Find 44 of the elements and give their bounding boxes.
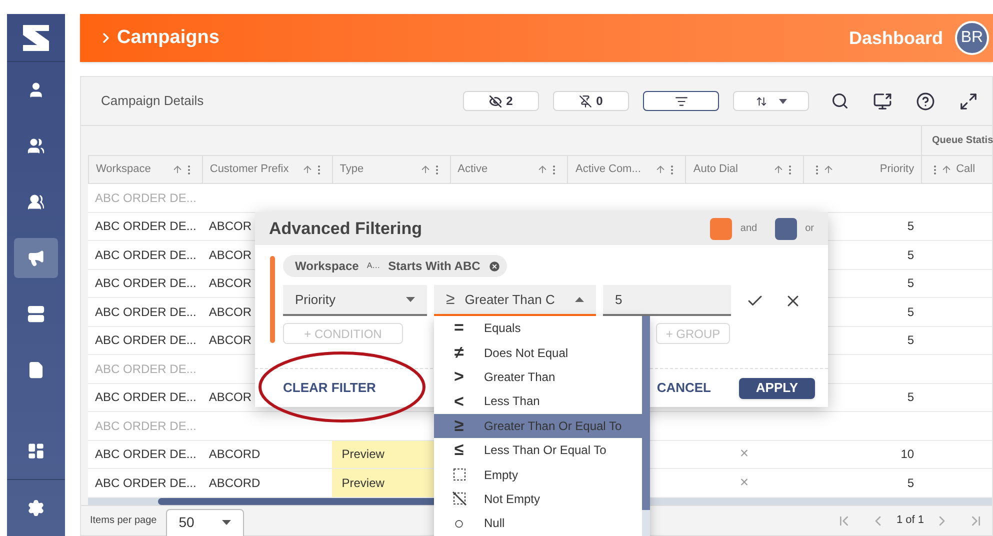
operator-symbol: = [453, 317, 465, 340]
legend-label: or [805, 222, 814, 236]
workspace-cell-text: ABC ORDER DE... [95, 304, 196, 321]
page-indicator: 1 of 1 [896, 513, 924, 528]
operator-symbol: ≤ [453, 439, 465, 462]
operator-symbol: ≠ [453, 342, 465, 364]
priority-cell-text: 5 [907, 275, 914, 292]
panel-title: Campaign Details [101, 92, 205, 110]
workspace-cell-text: ABC ORDER DE... [95, 332, 196, 350]
workspace-cell-text: ABC ORDER DE... [95, 190, 196, 207]
operator-symbol: > [453, 366, 465, 388]
prefix-cell-text: ABCOR [208, 246, 252, 264]
workspace-cell-text: ABC ORDER DE... [95, 246, 196, 264]
prefix-cell-text: ABCORD [208, 446, 260, 464]
workspace-cell-text: ABC ORDER DE... [95, 446, 196, 464]
priority-cell-text: 5 [907, 218, 914, 236]
operator-symbol: ○ [452, 512, 466, 535]
priority-cell-text: 5 [907, 304, 914, 321]
prefix-cell-text: ABCOR [208, 218, 252, 236]
priority-cell-text: 10 [900, 446, 914, 464]
workspace-cell-text: ABC ORDER DE... [95, 275, 196, 292]
workspace-cell-text: ABC ORDER DE... [95, 418, 196, 435]
items-per-page-label: Items per page [90, 514, 157, 528]
priority-cell-text: 5 [907, 389, 914, 406]
prefix-cell-text: ABCORD [208, 474, 260, 492]
workspace-cell-text: ABC ORDER DE... [95, 218, 196, 236]
dialog-title: Advanced Filtering [269, 218, 422, 240]
workspace-cell-text: ABC ORDER DE... [95, 360, 196, 378]
auto-dial-cell-text: × [740, 472, 749, 492]
legend-label: and [740, 222, 758, 236]
prefix-cell-text: ABCOR [208, 389, 252, 406]
group-header: Queue Statis [932, 134, 993, 148]
operator-symbol: < [453, 390, 465, 413]
operator-symbol: ≥ [453, 415, 465, 438]
workspace-cell-text: ABC ORDER DE... [95, 474, 196, 492]
prefix-cell-text: ABCOR [208, 332, 252, 350]
prefix-cell-text: ABCOR [208, 304, 252, 321]
priority-cell-text: 5 [907, 332, 914, 350]
priority-cell-text: 5 [907, 246, 914, 264]
page-title: Campaigns [117, 26, 220, 50]
workspace-cell-text: ABC ORDER DE... [95, 389, 196, 406]
prefix-cell-text: ABCOR [208, 275, 252, 292]
priority-cell-text: 5 [907, 474, 914, 492]
auto-dial-cell-text: × [740, 444, 749, 464]
